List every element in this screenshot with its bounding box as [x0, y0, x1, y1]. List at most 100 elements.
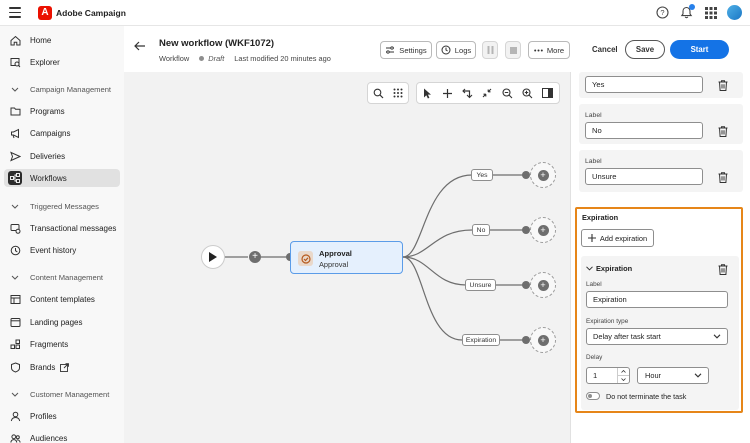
apps-grid-icon[interactable] — [703, 5, 718, 20]
trash-icon[interactable] — [718, 264, 728, 275]
output-port — [522, 171, 530, 179]
stepper-up-icon[interactable] — [618, 368, 629, 376]
sidebar-item-transactional-messages[interactable]: Transactional messages — [4, 219, 120, 237]
section-customer-management[interactable]: Customer Management — [4, 386, 120, 402]
bell-icon[interactable] — [679, 4, 695, 20]
home-icon — [8, 33, 22, 47]
more-button[interactable]: More — [528, 41, 570, 59]
folder-icon — [8, 104, 22, 118]
help-icon[interactable]: ? — [655, 5, 670, 20]
top-bar: A Adobe Campaign ? — [0, 0, 750, 26]
expiration-section: Expiration Add expiration Expiration Lab… — [575, 207, 743, 413]
save-button[interactable]: Save — [625, 40, 665, 59]
sidebar-item-workflows[interactable]: Workflows — [4, 169, 120, 187]
chevron-down-icon — [586, 266, 593, 271]
toggle-label: Do not terminate the task — [606, 392, 687, 401]
section-triggered-messages[interactable]: Triggered Messages — [4, 198, 120, 214]
trash-icon[interactable] — [718, 126, 728, 137]
workflow-canvas[interactable]: + Approval Approval Yes No Unsure Expira… — [124, 72, 570, 443]
pause-icon — [487, 46, 493, 54]
add-activity-unsure[interactable]: + — [530, 272, 556, 298]
sidebar-item-fragments[interactable]: Fragments — [4, 335, 120, 353]
stepper-down-icon[interactable] — [618, 376, 629, 383]
output-label-unsure[interactable]: Unsure — [465, 279, 496, 291]
approval-activity-node[interactable]: Approval Approval — [290, 241, 403, 274]
status-dot — [199, 56, 205, 61]
settings-icon — [386, 46, 395, 54]
delay-stepper[interactable]: 1 — [586, 367, 630, 384]
option-label-input[interactable]: Unsure — [585, 168, 703, 185]
transactional-icon — [8, 221, 22, 235]
add-activity-no[interactable]: + — [530, 217, 556, 243]
sidebar-item-brands[interactable]: Brands — [4, 358, 120, 376]
megaphone-icon — [8, 126, 22, 140]
send-icon — [8, 149, 22, 163]
sidebar-item-landing-pages[interactable]: Landing pages — [4, 313, 120, 331]
logs-button[interactable]: Logs — [436, 41, 476, 59]
page-title: New workflow (WKF1072) — [159, 38, 275, 49]
history-icon — [8, 243, 22, 257]
stop-button[interactable] — [505, 41, 521, 59]
add-activity-expiration[interactable]: + — [530, 327, 556, 353]
sidebar-item-deliveries[interactable]: Deliveries — [4, 147, 120, 165]
sidebar-item-profiles[interactable]: Profiles — [4, 407, 120, 425]
menu-icon[interactable] — [9, 7, 21, 18]
node-title: Approval — [319, 249, 352, 258]
workflow-meta: Workflow Draft Last modified 20 minutes … — [159, 54, 331, 63]
avatar[interactable] — [727, 5, 742, 20]
add-activity-yes[interactable]: + — [530, 162, 556, 188]
section-campaign-management[interactable]: Campaign Management — [4, 81, 120, 97]
settings-button[interactable]: Settings — [380, 41, 432, 59]
add-node-button[interactable]: + — [249, 251, 261, 263]
delay-unit-select[interactable]: Hour — [637, 367, 709, 384]
play-icon — [209, 252, 217, 262]
pause-button[interactable] — [482, 41, 498, 59]
sidebar-item-home[interactable]: Home — [4, 31, 120, 49]
external-link-icon[interactable] — [60, 362, 70, 372]
trash-icon[interactable] — [718, 172, 728, 183]
properties-panel: Yes Label No Label Unsure Expiration Add… — [570, 72, 750, 443]
node-subtitle: Approval — [319, 260, 349, 269]
option-label-input[interactable]: Yes — [585, 76, 703, 93]
add-expiration-button[interactable]: Add expiration — [581, 229, 654, 247]
do-not-terminate-toggle[interactable] — [586, 392, 600, 400]
sidebar-item-audiences[interactable]: Audiences — [4, 429, 120, 443]
expiration-label-input[interactable]: Expiration — [586, 291, 728, 308]
chevron-down-icon — [8, 87, 22, 92]
adobe-logo: A — [38, 6, 52, 20]
chevron-down-icon — [713, 334, 721, 339]
audiences-icon — [8, 431, 22, 443]
svg-text:?: ? — [660, 8, 664, 17]
sidebar-item-event-history[interactable]: Event history — [4, 241, 120, 259]
sidebar-item-programs[interactable]: Programs — [4, 102, 120, 120]
brands-icon — [8, 360, 22, 374]
back-arrow-icon[interactable] — [134, 41, 146, 53]
last-modified: Last modified 20 minutes ago — [234, 54, 331, 63]
output-label-yes[interactable]: Yes — [471, 169, 493, 181]
section-content-management[interactable]: Content Management — [4, 269, 120, 285]
workflow-type: Workflow — [159, 54, 190, 63]
cancel-button[interactable]: Cancel — [592, 45, 618, 54]
expiration-type-select[interactable]: Delay after task start — [586, 328, 728, 345]
trash-icon[interactable] — [718, 80, 728, 91]
expiration-card-toggle[interactable]: Expiration — [586, 264, 632, 273]
option-label-input[interactable]: No — [585, 122, 703, 139]
sidebar-item-campaigns[interactable]: Campaigns — [4, 124, 120, 142]
more-icon — [534, 49, 543, 51]
expiration-title: Expiration — [582, 213, 619, 222]
chevron-down-icon — [8, 392, 22, 397]
output-label-expiration[interactable]: Expiration — [462, 334, 500, 346]
chevron-down-icon — [8, 275, 22, 280]
template-icon — [8, 292, 22, 306]
start-node[interactable] — [201, 245, 225, 269]
chevron-down-icon — [694, 373, 702, 378]
sidebar-item-explorer[interactable]: Explorer — [4, 53, 120, 71]
sidebar-item-content-templates[interactable]: Content templates — [4, 290, 120, 308]
app-title: Adobe Campaign — [56, 8, 126, 18]
plus-icon — [587, 234, 596, 242]
fragments-icon — [8, 337, 22, 351]
approval-icon — [298, 251, 313, 266]
start-button[interactable]: Start — [670, 40, 729, 59]
output-label-no[interactable]: No — [472, 224, 490, 236]
sidebar: Home Explorer Campaign Management Progra… — [0, 26, 124, 443]
